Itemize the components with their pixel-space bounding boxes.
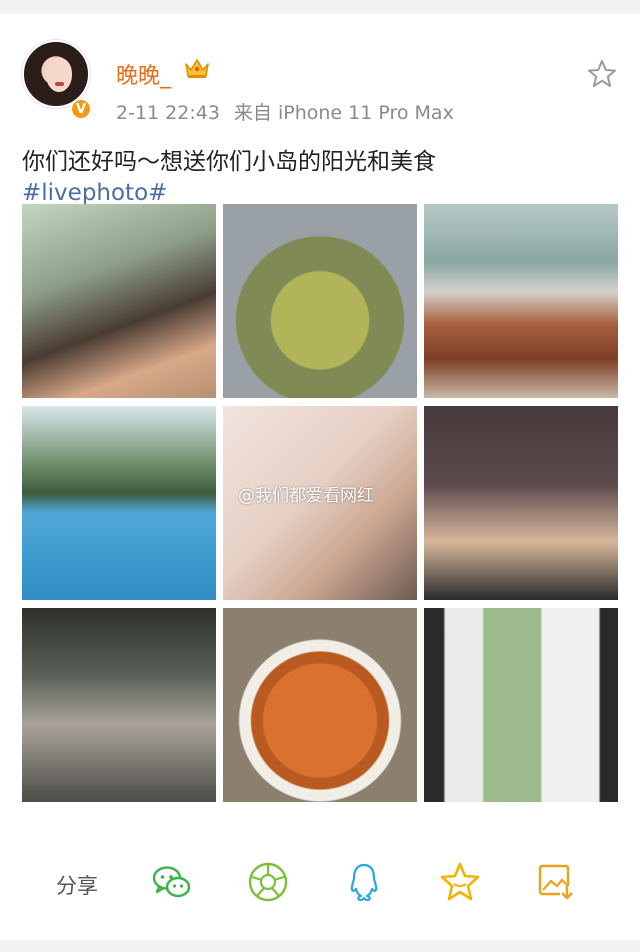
verified-badge-icon: V xyxy=(70,98,92,120)
hashtag-link[interactable]: #livephoto# xyxy=(22,180,167,206)
avatar-lips xyxy=(55,82,64,86)
photo-8[interactable] xyxy=(223,608,417,802)
post-timestamp: 2-11 22:43 xyxy=(116,102,220,124)
post-source: 来自 iPhone 11 Pro Max xyxy=(233,102,454,124)
wechat-icon[interactable] xyxy=(150,860,194,904)
watermark: @我们都爱看网红 xyxy=(238,486,374,506)
moments-icon[interactable] xyxy=(246,860,290,904)
photo-1[interactable] xyxy=(22,204,216,398)
qq-icon[interactable] xyxy=(342,860,386,904)
favorites-star-icon[interactable] xyxy=(438,860,482,904)
photo-2[interactable] xyxy=(223,204,417,398)
avatar-face xyxy=(46,58,72,92)
post-card: V 晚晚_ 2-11 22:43 来自 iPhone 11 Pro Max 你们还… xyxy=(0,14,640,940)
photo-6[interactable] xyxy=(424,406,618,600)
post-body-text: 你们还好吗～想送你们小岛的阳光和美食 xyxy=(22,149,436,175)
post-meta: 2-11 22:43 来自 iPhone 11 Pro Max xyxy=(116,98,454,125)
favorite-star-button[interactable] xyxy=(586,58,618,90)
crown-icon xyxy=(185,59,209,78)
photo-9[interactable] xyxy=(424,608,618,802)
photo-3[interactable] xyxy=(424,204,618,398)
save-image-icon[interactable] xyxy=(534,860,578,904)
photo-4[interactable] xyxy=(22,406,216,600)
username[interactable]: 晚晚_ xyxy=(116,58,171,90)
photo-7[interactable] xyxy=(22,608,216,802)
share-label: 分享 xyxy=(56,874,98,898)
